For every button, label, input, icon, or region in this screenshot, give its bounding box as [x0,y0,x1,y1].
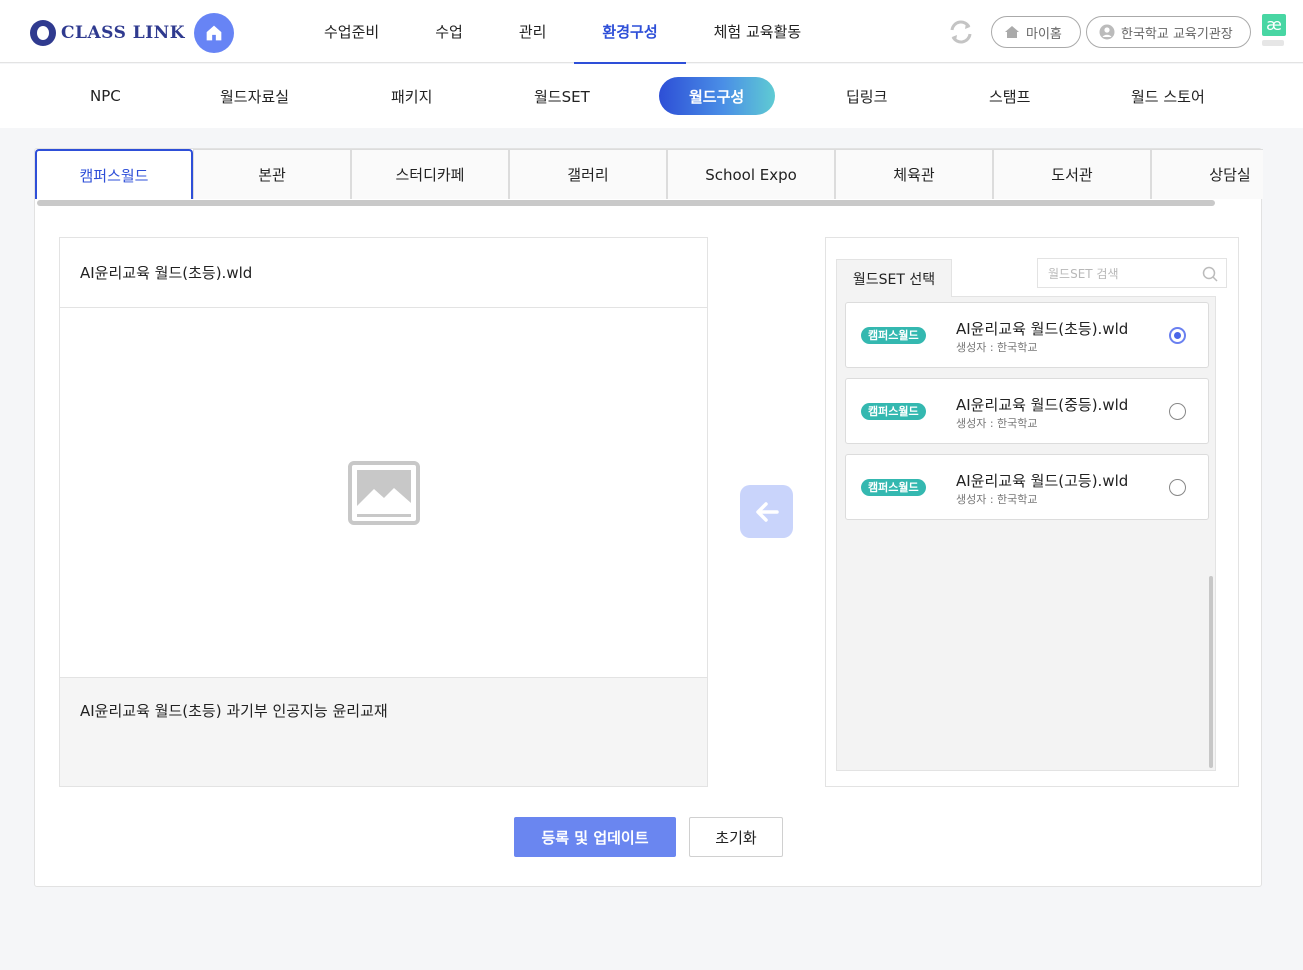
user-icon [1099,24,1115,40]
tab-gym[interactable]: 체육관 [835,149,993,199]
ae-icon-shadow [1262,40,1284,46]
world-set-item[interactable]: 캠퍼스월드 AI윤리교육 월드(고등).wld 생성자 : 한국학교 [845,454,1209,520]
world-tabs: 캠퍼스월드 본관 스터디카페 갤러리 School Expo 체육관 도서관 상… [35,149,1263,199]
subnav-package[interactable]: 패키지 [361,77,462,115]
register-update-button[interactable]: 등록 및 업데이트 [514,817,676,857]
subnav-npc[interactable]: NPC [60,77,151,115]
logo-text: CLASS LINK [61,23,185,43]
nav-experience[interactable]: 체험 교육활동 [686,0,830,63]
subnav-world-store[interactable]: 월드 스토어 [1101,77,1235,115]
house-icon [1004,25,1020,39]
search-icon[interactable] [1202,266,1218,285]
my-home-button[interactable]: 마이홈 [991,16,1081,48]
tab-study-cafe[interactable]: 스터디카페 [351,149,509,199]
world-set-radio[interactable] [1169,403,1186,420]
campus-world-badge: 캠퍼스월드 [861,403,926,420]
my-home-label: 마이홈 [1026,26,1062,42]
world-set-item[interactable]: 캠퍼스월드 AI윤리교육 월드(중등).wld 생성자 : 한국학교 [845,378,1209,444]
image-placeholder-icon [347,460,420,525]
home-icon[interactable] [194,13,234,53]
world-set-select-tab[interactable]: 월드SET 선택 [836,259,952,297]
world-set-name: AI윤리교육 월드(중등).wld [956,396,1129,414]
reset-button[interactable]: 초기화 [689,817,783,857]
world-set-creator: 생성자 : 한국학교 [956,493,1038,506]
sub-nav: NPC 월드자료실 패키지 월드SET 월드구성 딥링크 스탬프 월드 스토어 [0,64,1303,128]
subnav-deeplink[interactable]: 딥링크 [816,77,917,115]
campus-world-badge: 캠퍼스월드 [861,479,926,496]
world-set-selector: 캠퍼스월드 AI윤리교육 월드(초등).wld 생성자 : 한국학교 캠퍼스월드… [825,237,1239,787]
nav-environment[interactable]: 환경구성 [574,0,686,64]
world-set-item[interactable]: 캠퍼스월드 AI윤리교육 월드(초등).wld 생성자 : 한국학교 [845,302,1209,368]
world-set-radio[interactable] [1169,479,1186,496]
arrow-left-icon [755,501,779,522]
campus-world-badge: 캠퍼스월드 [861,327,926,344]
preview-description: AI윤리교육 월드(초등) 과기부 인공지능 윤리교재 [60,677,707,786]
content-panel: 캠퍼스월드 본관 스터디카페 갤러리 School Expo 체육관 도서관 상… [34,148,1263,887]
world-set-creator: 생성자 : 한국학교 [956,417,1038,430]
main-nav: 수업준비 수업 관리 환경구성 체험 교육활동 [296,0,830,64]
tab-campus-world[interactable]: 캠퍼스월드 [35,149,193,199]
top-header: CLASS LINK 수업준비 수업 관리 환경구성 체험 교육활동 마이홈 한… [0,0,1303,64]
ae-app-icon[interactable]: æ [1262,14,1286,36]
org-profile-button[interactable]: 한국학교 교육기관장 [1086,16,1251,48]
tab-counseling[interactable]: 상담실 [1151,149,1263,199]
tab-gallery[interactable]: 갤러리 [509,149,667,199]
tabs-scrollbar[interactable] [37,200,1215,206]
world-set-creator: 생성자 : 한국학교 [956,341,1038,354]
world-set-name: AI윤리교육 월드(고등).wld [956,472,1129,490]
world-set-search-input[interactable]: 월드SET 검색 [1037,258,1227,288]
search-placeholder: 월드SET 검색 [1048,266,1119,281]
logo-mark-icon [30,20,56,46]
subnav-stamp[interactable]: 스탬프 [959,77,1060,115]
nav-manage[interactable]: 관리 [491,0,575,63]
subnav-world-composition[interactable]: 월드구성 [659,77,775,115]
world-preview-card: AI윤리교육 월드(초등).wld AI윤리교육 월드(초등) 과기부 인공지능… [59,237,708,787]
subnav-world-set[interactable]: 월드SET [504,77,620,115]
world-set-name: AI윤리교육 월드(초등).wld [956,320,1129,338]
class-link-logo[interactable]: CLASS LINK [30,13,234,53]
world-set-list: 캠퍼스월드 AI윤리교육 월드(초등).wld 생성자 : 한국학교 캠퍼스월드… [836,296,1216,771]
preview-image [60,308,707,677]
world-set-scrollbar[interactable] [1209,576,1213,768]
apply-arrow-button[interactable] [740,485,793,538]
subnav-world-library[interactable]: 월드자료실 [190,77,319,115]
refresh-icon[interactable] [945,16,977,48]
tab-main-building[interactable]: 본관 [193,149,351,199]
preview-title: AI윤리교육 월드(초등).wld [60,238,707,308]
nav-lesson[interactable]: 수업 [407,0,491,63]
world-set-radio[interactable] [1169,327,1186,344]
tab-school-expo[interactable]: School Expo [667,149,835,199]
nav-lesson-prep[interactable]: 수업준비 [296,0,407,63]
org-label: 한국학교 교육기관장 [1121,26,1233,42]
tab-library[interactable]: 도서관 [993,149,1151,199]
